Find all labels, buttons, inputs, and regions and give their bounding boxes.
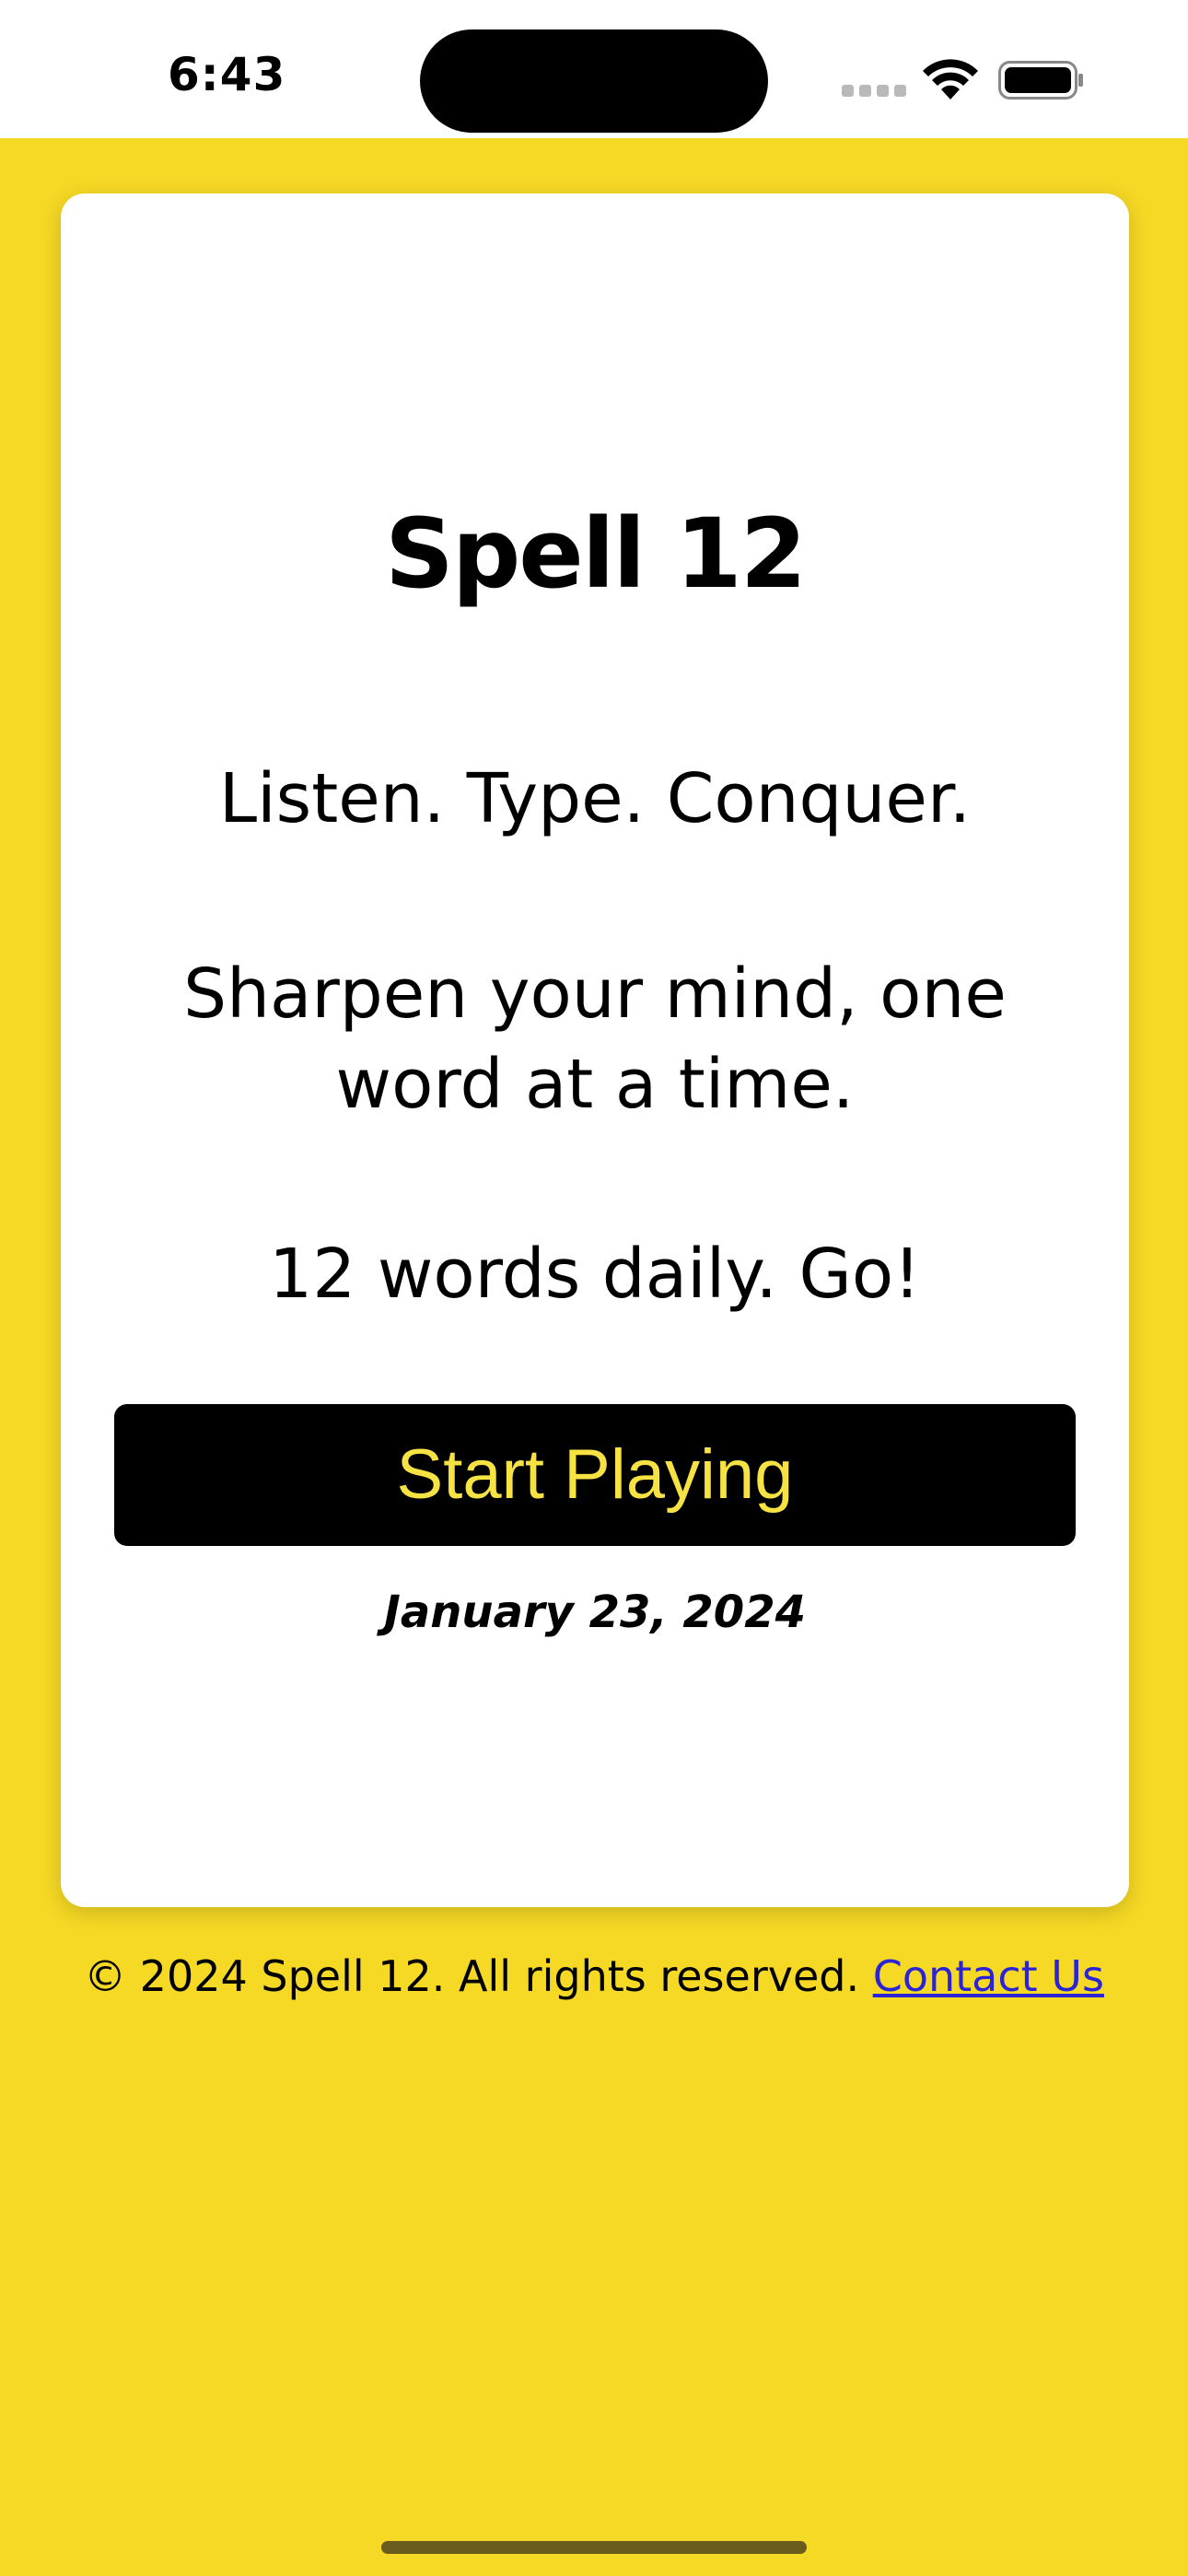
status-bar: 6:43 (0, 0, 1188, 138)
home-indicator[interactable] (381, 2541, 807, 2554)
signal-icon (842, 85, 906, 100)
welcome-card: Spell 12 Listen. Type. Conquer. Sharpen … (61, 193, 1129, 1907)
contact-us-link[interactable]: Contact Us (873, 1951, 1104, 2001)
subtitle: Sharpen your mind, one word at a time. (183, 954, 1007, 1124)
copyright-text: © 2024 Spell 12. All rights reserved. (84, 1951, 860, 2001)
start-playing-button[interactable]: Start Playing (114, 1404, 1076, 1546)
footer: © 2024 Spell 12. All rights reserved. Co… (0, 1951, 1188, 2001)
tagline: Listen. Type. Conquer. (218, 759, 972, 838)
app-title: Spell 12 (384, 498, 807, 610)
status-time: 6:43 (168, 48, 286, 101)
wifi-icon (923, 59, 978, 100)
puzzle-date: January 23, 2024 (384, 1587, 806, 1638)
battery-icon (998, 61, 1083, 100)
dynamic-island (420, 29, 768, 133)
daily-text: 12 words daily. Go! (269, 1235, 921, 1314)
